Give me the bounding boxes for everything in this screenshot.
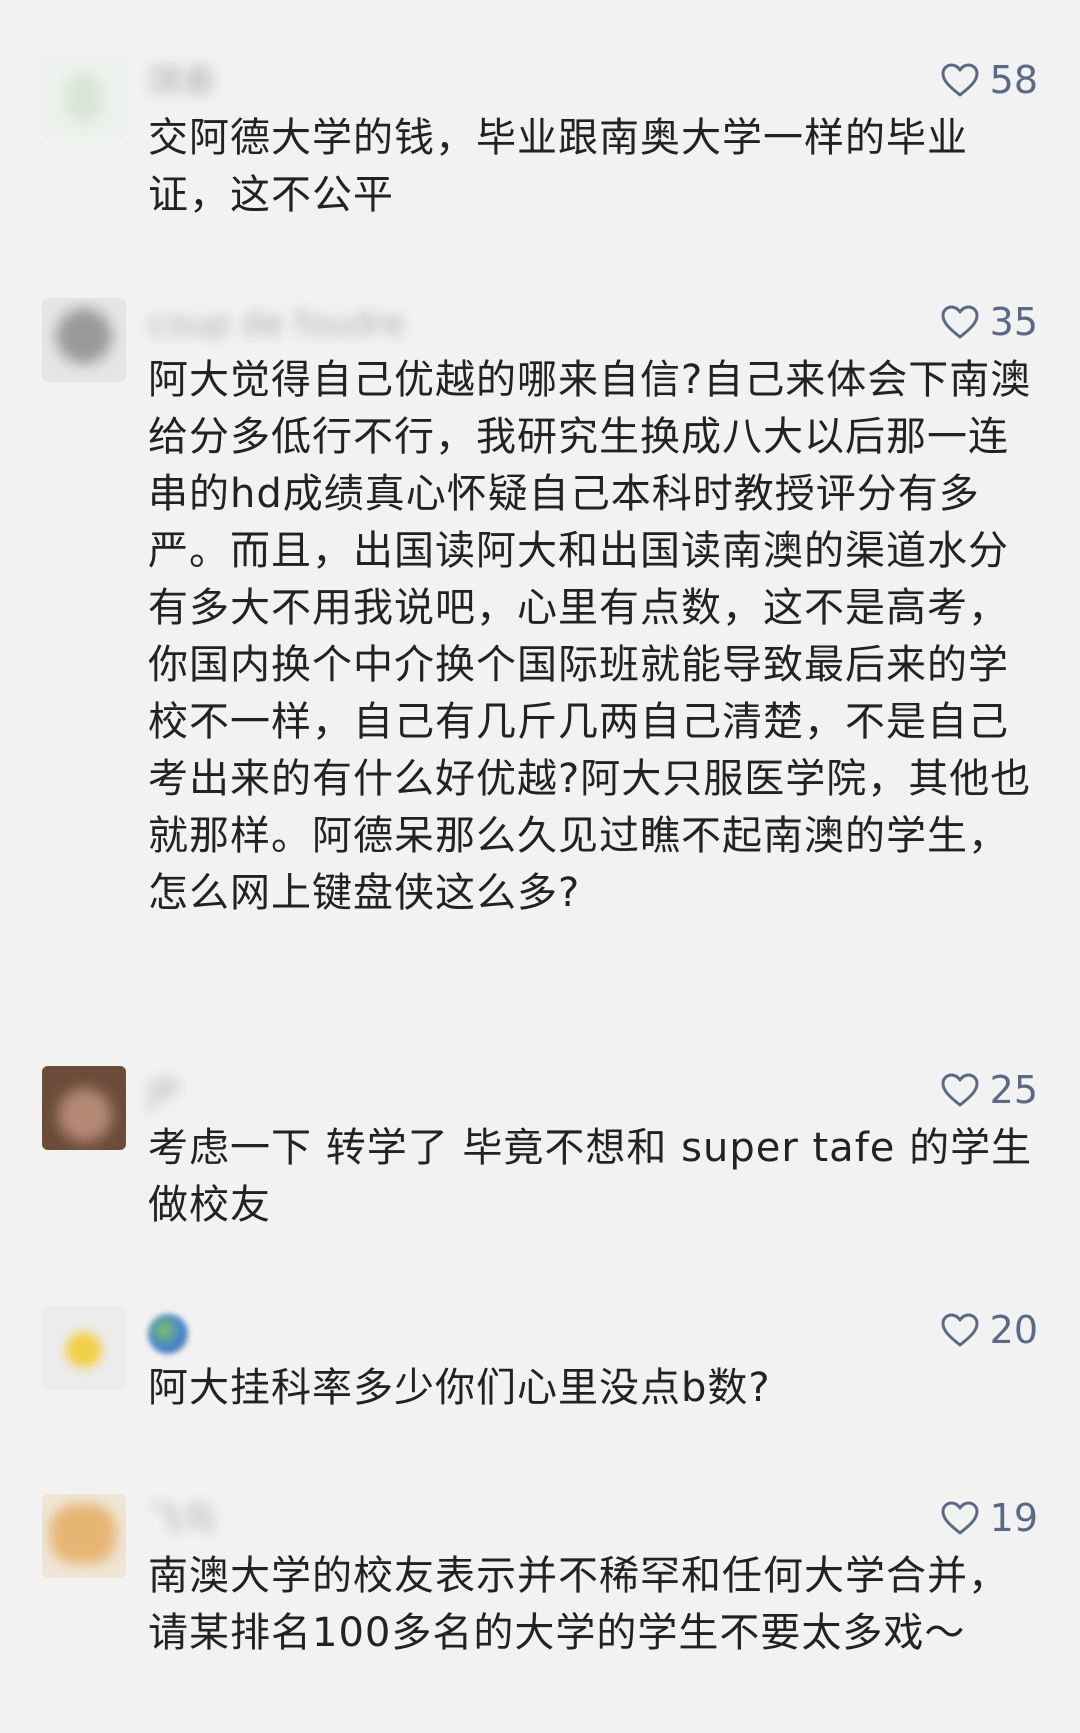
heart-outline-icon [941,1313,979,1347]
username-emoji-icon [148,1313,188,1354]
username[interactable]: 飞鸟 [148,1498,216,1542]
avatar[interactable] [42,1306,126,1390]
like-count: 19 [989,1496,1038,1540]
heart-outline-icon [941,1073,979,1107]
avatar[interactable] [42,56,126,140]
username[interactable] [148,1310,188,1354]
username[interactable]: 琪泰 [148,60,216,104]
comment-text: 南澳大学的校友表示并不稀罕和任何大学合并，请某排名100多名的大学的学生不要太多… [148,1553,1009,1656]
comment-text: 交阿德大学的钱，毕业跟南奥大学一样的毕业证，这不公平 [148,115,968,218]
like-button[interactable]: 35 [940,298,1038,346]
heart-outline-icon [941,305,979,339]
like-button[interactable]: 25 [940,1066,1038,1114]
heart-outline-icon [941,63,979,97]
comment-text: 考虑一下 转学了 毕竟不想和 super tafe 的学生做校友 [148,1125,1033,1228]
like-button[interactable]: 20 [940,1306,1038,1354]
username[interactable]: coup de foudre [148,302,405,346]
avatar[interactable] [42,1066,126,1150]
comment-feed: 琪泰 58 交阿德大学的钱，毕业跟南奥大学一样的毕业证，这不公平 coup de… [0,0,1080,1733]
comment-text: 阿大挂科率多少你们心里没点b数? [148,1365,771,1411]
like-button[interactable]: 58 [940,56,1038,104]
like-count: 35 [989,300,1038,344]
like-count: 20 [989,1308,1038,1352]
like-count: 58 [989,58,1038,102]
like-button[interactable]: 19 [940,1494,1038,1542]
like-count: 25 [989,1068,1038,1112]
avatar[interactable] [42,298,126,382]
username[interactable]: JP [148,1070,179,1114]
heart-outline-icon [941,1501,979,1535]
avatar[interactable] [42,1494,126,1578]
comment-text: 阿大觉得自己优越的哪来自信?自己来体会下南澳给分多低行不行，我研究生换成八大以后… [148,357,1032,916]
